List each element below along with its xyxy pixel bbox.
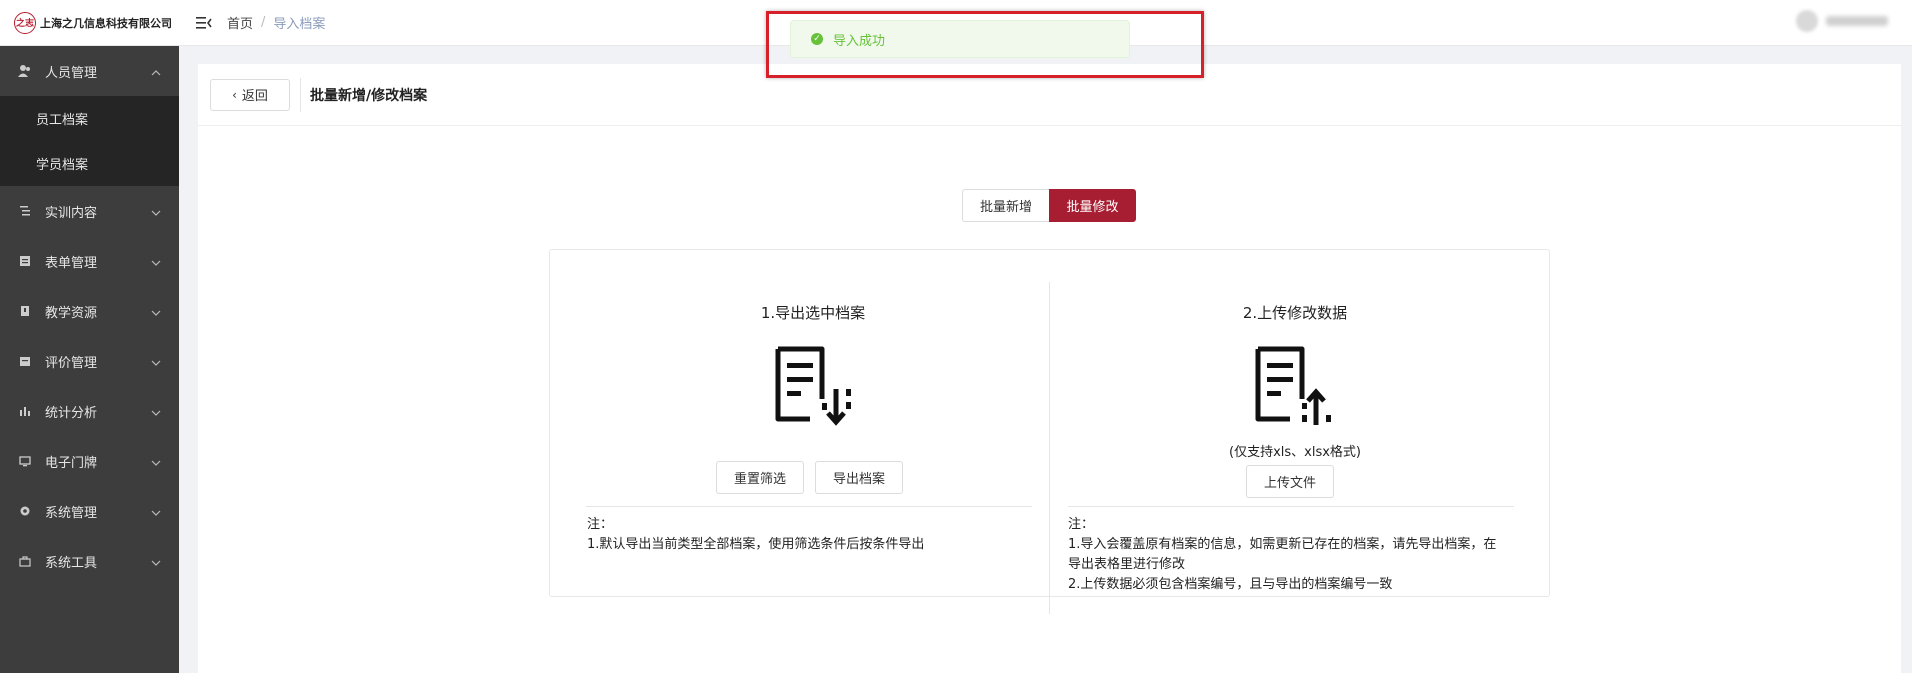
chevron-down-icon bbox=[151, 305, 161, 320]
sidebar-item-label: 系统工具 bbox=[45, 555, 98, 571]
export-note-line: 1.默认导出当前类型全部档案，使用筛选条件后按条件导出 bbox=[587, 537, 925, 552]
back-button-label: 返回 bbox=[241, 89, 268, 104]
sidebar-item-label: 人员管理 bbox=[45, 65, 98, 81]
document-upload-icon bbox=[1250, 345, 1334, 433]
export-note-title: 注： bbox=[587, 517, 614, 532]
mode-tabs: 批量新增 批量修改 bbox=[962, 189, 1136, 222]
back-button[interactable]: ‹ 返回 bbox=[210, 78, 290, 111]
reset-filter-button[interactable]: 重置筛选 bbox=[716, 461, 804, 494]
sidebar-item-evaluation[interactable]: 评价管理 bbox=[0, 336, 179, 386]
main-card: ‹ 返回 批量新增/修改档案 批量新增 批量修改 1.导出选中档案 重置筛选 导… bbox=[198, 64, 1901, 673]
tab-batch-add[interactable]: 批量新增 bbox=[962, 189, 1049, 222]
upload-note-line: 1.导入会覆盖原有档案的信息，如需更新已存在的档案，请先导出档案，在 bbox=[1068, 537, 1497, 552]
sidebar-item-label: 表单管理 bbox=[45, 255, 98, 271]
export-divider bbox=[586, 506, 1032, 507]
sidebar-item-training[interactable]: 实训内容 bbox=[0, 186, 179, 236]
chevron-down-icon bbox=[151, 555, 161, 570]
page-title: 批量新增/修改档案 bbox=[310, 87, 428, 104]
sidebar-item-forms[interactable]: 表单管理 bbox=[0, 236, 179, 286]
sidebar-item-student-archive[interactable]: 学员档案 bbox=[0, 141, 179, 186]
user-menu[interactable] bbox=[1796, 10, 1888, 32]
sidebar-item-personnel[interactable]: 人员管理 bbox=[0, 46, 179, 96]
gear-icon bbox=[18, 504, 32, 518]
submenu-personnel: 员工档案 学员档案 bbox=[0, 96, 179, 186]
breadcrumb: 首页 / 导入档案 bbox=[227, 13, 325, 32]
rating-icon bbox=[18, 354, 32, 368]
sidebar-item-system-tools[interactable]: 系统工具 bbox=[0, 536, 179, 586]
sidebar-item-label: 实训内容 bbox=[45, 205, 98, 221]
breadcrumb-home[interactable]: 首页 bbox=[227, 13, 253, 32]
sidebar-item-system-management[interactable]: 系统管理 bbox=[0, 486, 179, 536]
breadcrumb-current: 导入档案 bbox=[273, 17, 326, 32]
document-download-icon bbox=[770, 345, 854, 433]
monitor-icon bbox=[18, 454, 32, 468]
export-step-title: 1.导出选中档案 bbox=[760, 304, 866, 322]
upload-divider bbox=[1068, 506, 1514, 507]
list-icon bbox=[18, 204, 32, 218]
form-icon bbox=[18, 254, 32, 268]
chevron-down-icon bbox=[151, 205, 161, 220]
upload-step-title: 2.上传修改数据 bbox=[1242, 304, 1348, 322]
book-icon bbox=[18, 304, 32, 318]
sidebar-item-label: 统计分析 bbox=[45, 405, 98, 421]
upload-note: 注： 1.导入会覆盖原有档案的信息，如需更新已存在的档案，请先导出档案，在 导出… bbox=[1068, 515, 1528, 595]
chevron-down-icon bbox=[151, 355, 161, 370]
upload-note-title: 注： bbox=[1068, 517, 1095, 532]
chevron-down-icon bbox=[151, 505, 161, 520]
user-name-blurred[interactable] bbox=[1826, 16, 1888, 26]
bar-chart-icon bbox=[18, 404, 32, 418]
chevron-down-icon bbox=[151, 405, 161, 420]
sidebar-item-label: 评价管理 bbox=[45, 355, 98, 371]
breadcrumb-separator: / bbox=[261, 15, 266, 30]
upload-note-line: 导出表格里进行修改 bbox=[1068, 557, 1186, 572]
sidebar-item-resources[interactable]: 教学资源 bbox=[0, 286, 179, 336]
upload-format-hint: (仅支持xls、xlsx格式) bbox=[1229, 445, 1361, 460]
export-archive-button[interactable]: 导出档案 bbox=[815, 461, 903, 494]
sidebar-item-statistics[interactable]: 统计分析 bbox=[0, 386, 179, 436]
upload-note-line: 2.上传数据必须包含档案编号，且与导出的档案编号一致 bbox=[1068, 577, 1393, 592]
sidebar: 人员管理 员工档案 学员档案 实训内容 表单管理 教学资源 评价管理 统计分析 … bbox=[0, 46, 179, 673]
sidebar-item-label: 教学资源 bbox=[45, 305, 98, 321]
toast-highlight-box bbox=[766, 11, 1204, 78]
menu-collapse-icon[interactable] bbox=[195, 14, 213, 32]
sidebar-item-label: 系统管理 bbox=[45, 505, 98, 521]
sidebar-item-staff-archive[interactable]: 员工档案 bbox=[0, 96, 179, 141]
company-name: 上海之几信息科技有限公司 bbox=[40, 16, 172, 30]
chevron-up-icon bbox=[151, 65, 161, 80]
logo: 之志 上海之几信息科技有限公司 bbox=[0, 0, 179, 46]
user-icon bbox=[18, 64, 32, 78]
sidebar-item-label: 电子门牌 bbox=[45, 455, 98, 471]
tab-batch-modify[interactable]: 批量修改 bbox=[1049, 189, 1136, 222]
column-divider bbox=[1049, 282, 1050, 614]
chevron-left-icon: ‹ bbox=[232, 87, 237, 102]
chevron-down-icon bbox=[151, 255, 161, 270]
sidebar-item-e-signage[interactable]: 电子门牌 bbox=[0, 436, 179, 486]
chevron-down-icon bbox=[151, 455, 161, 470]
export-note: 注： 1.默认导出当前类型全部档案，使用筛选条件后按条件导出 bbox=[587, 515, 1033, 555]
header-divider bbox=[300, 77, 301, 112]
steps-panel: 1.导出选中档案 重置筛选 导出档案 注： 1.默认导出当前类型全部档案，使用筛… bbox=[549, 249, 1550, 614]
toolbox-icon bbox=[18, 554, 32, 568]
upload-file-button[interactable]: 上传文件 bbox=[1246, 465, 1334, 498]
logo-mark: 之志 bbox=[14, 11, 36, 34]
avatar[interactable] bbox=[1796, 10, 1818, 32]
